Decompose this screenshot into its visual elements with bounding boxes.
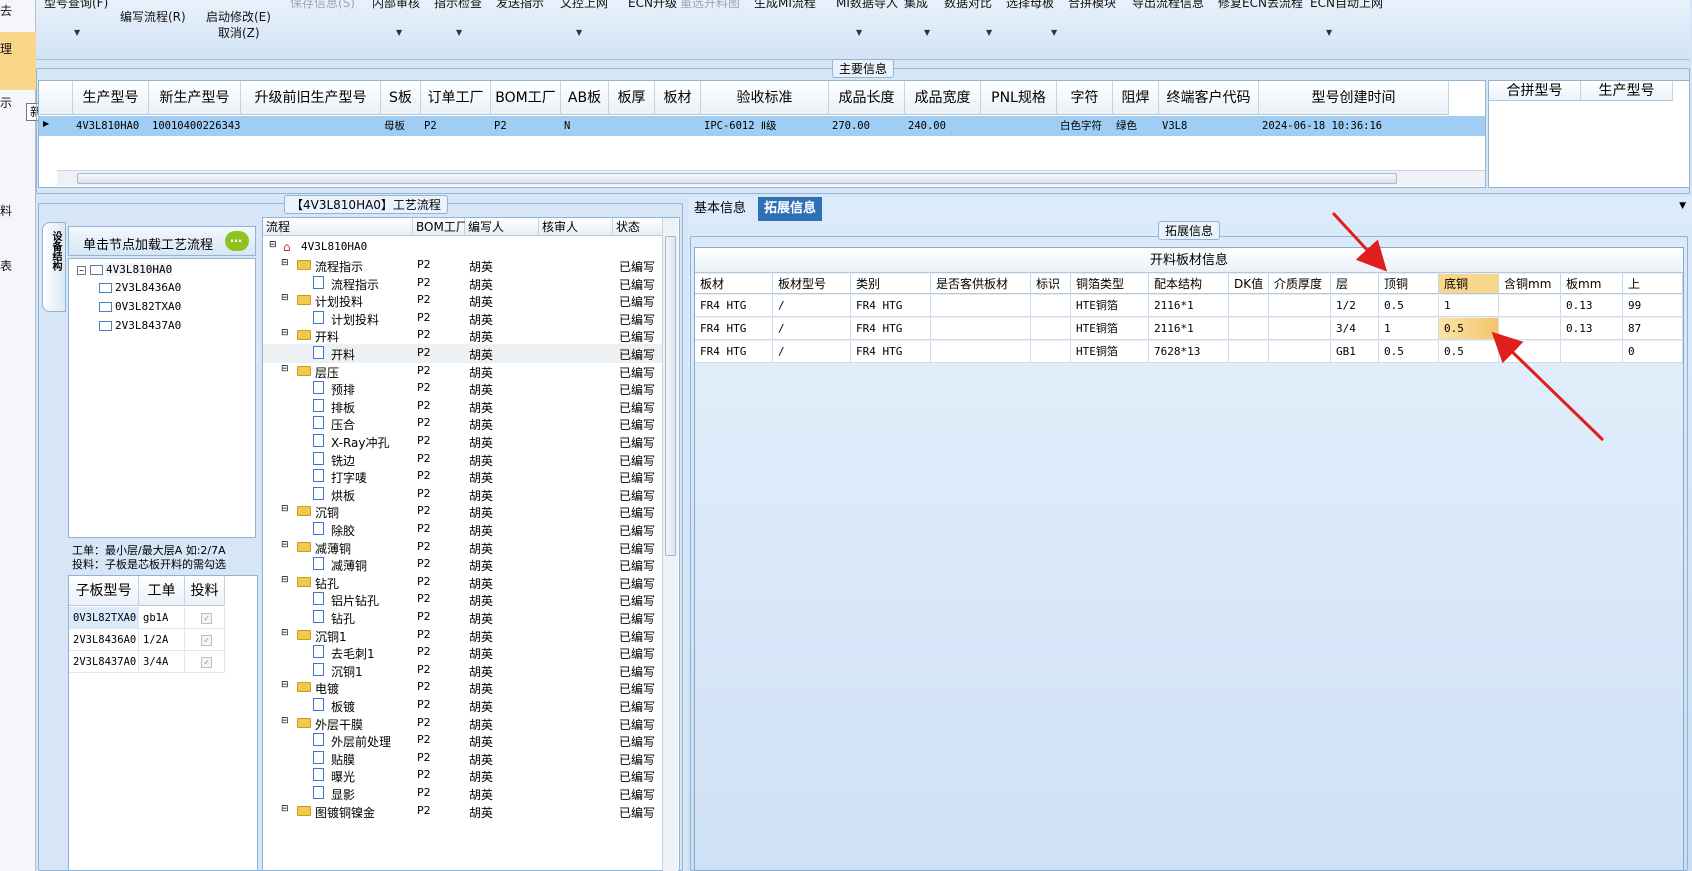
arrow-to-top-copper xyxy=(1331,211,1388,272)
annotation-arrows xyxy=(1331,211,1605,442)
arrow-to-bottom-copper xyxy=(1491,331,1605,442)
